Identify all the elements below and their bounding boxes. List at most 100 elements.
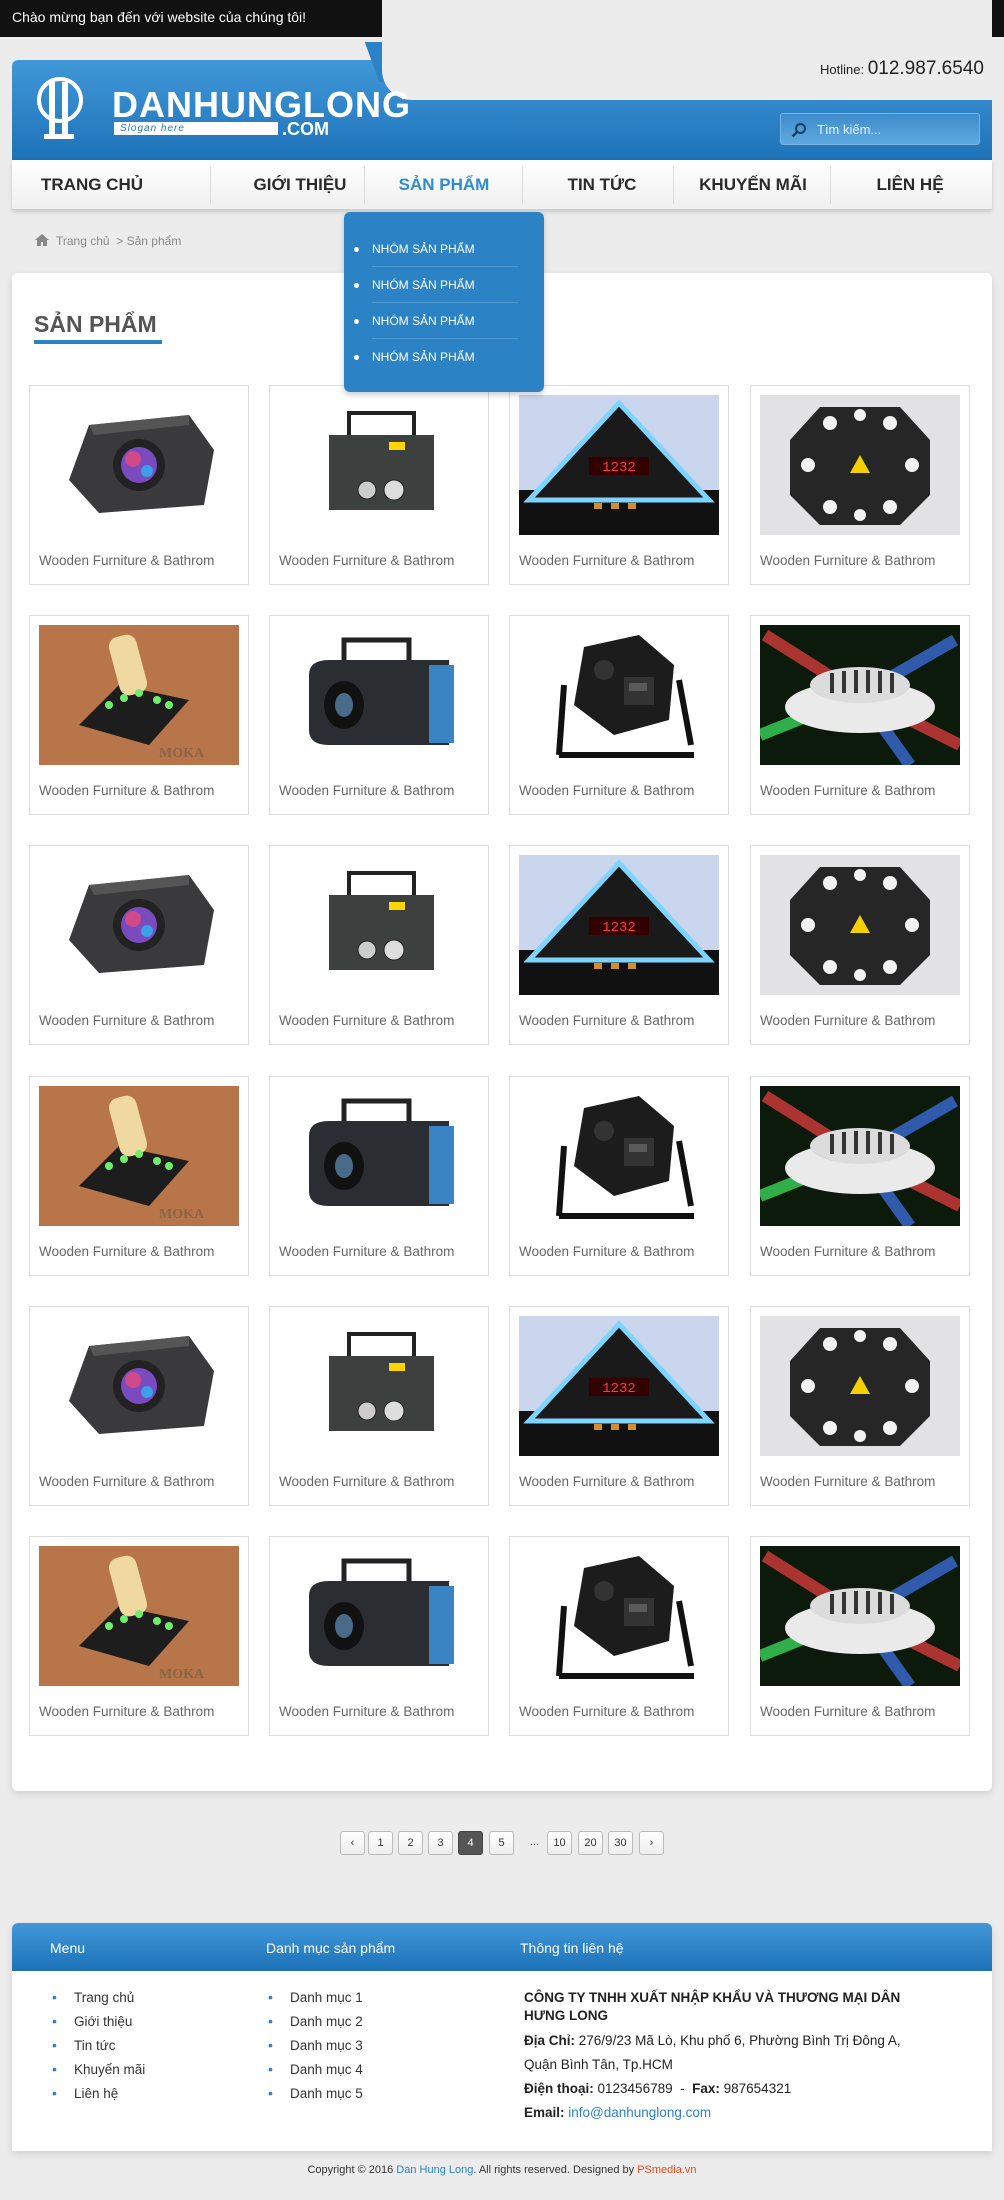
product-name[interactable]: Wooden Furniture & Bathrom	[279, 553, 454, 568]
product-card[interactable]: Wooden Furniture & Bathrom	[269, 845, 489, 1045]
page-button[interactable]: 1	[368, 1831, 393, 1855]
footer-category-item[interactable]: Danh mục 1	[266, 1989, 363, 2014]
product-card[interactable]: 1232 Wooden Furniture & Bathrom	[509, 845, 729, 1045]
product-card[interactable]: 1232 Wooden Furniture & Bathrom	[509, 385, 729, 585]
product-card[interactable]: Wooden Furniture & Bathrom	[509, 615, 729, 815]
dropdown-item[interactable]: NHÓM SẢN PHẨM	[354, 231, 518, 267]
page-button[interactable]: 2	[398, 1831, 423, 1855]
product-image[interactable]	[760, 625, 960, 765]
page-button[interactable]: 10	[547, 1831, 572, 1855]
product-card[interactable]: Wooden Furniture & Bathrom	[269, 1076, 489, 1276]
nav-item-news[interactable]: TIN TỨC	[522, 160, 682, 210]
product-image[interactable]	[279, 1546, 479, 1686]
product-name[interactable]: Wooden Furniture & Bathrom	[760, 553, 935, 568]
product-card[interactable]: Wooden Furniture & Bathrom	[750, 1536, 970, 1736]
dropdown-item[interactable]: NHÓM SẢN PHẨM	[354, 339, 518, 375]
nav-item-home[interactable]: TRANG CHỦ	[12, 160, 172, 210]
page-button[interactable]: 5	[489, 1831, 514, 1855]
product-image[interactable]: 1232	[519, 1316, 719, 1456]
product-name[interactable]: Wooden Furniture & Bathrom	[519, 1244, 694, 1259]
product-image[interactable]: MOKA	[39, 1546, 239, 1686]
product-name[interactable]: Wooden Furniture & Bathrom	[519, 783, 694, 798]
product-card[interactable]: Wooden Furniture & Bathrom	[29, 385, 249, 585]
nav-item-contact[interactable]: LIÊN HỆ	[830, 160, 990, 210]
designer-link[interactable]: PSmedia.vn	[637, 2164, 696, 2176]
product-card[interactable]: MOKA Wooden Furniture & Bathrom	[29, 1076, 249, 1276]
logo-name[interactable]: DANHUNGLONG	[112, 84, 411, 126]
logo-icon[interactable]	[36, 76, 84, 140]
product-card[interactable]: Wooden Furniture & Bathrom	[750, 1076, 970, 1276]
product-card[interactable]: 1232 Wooden Furniture & Bathrom	[509, 1306, 729, 1506]
product-image[interactable]	[760, 395, 960, 535]
product-image[interactable]: MOKA	[39, 1086, 239, 1226]
copyright-brand-link[interactable]: Dan Hung Long	[396, 2164, 473, 2176]
nav-item-promotions[interactable]: KHUYẾN MÃI	[673, 160, 833, 210]
dropdown-item[interactable]: NHÓM SẢN PHẨM	[354, 303, 518, 339]
product-name[interactable]: Wooden Furniture & Bathrom	[39, 1704, 214, 1719]
page-button[interactable]: 20	[578, 1831, 603, 1855]
product-name[interactable]: Wooden Furniture & Bathrom	[279, 1704, 454, 1719]
product-name[interactable]: Wooden Furniture & Bathrom	[39, 783, 214, 798]
product-name[interactable]: Wooden Furniture & Bathrom	[760, 783, 935, 798]
product-image[interactable]	[519, 1546, 719, 1686]
footer-menu-item[interactable]: Liên hệ	[50, 2085, 145, 2110]
page-button[interactable]: 30	[608, 1831, 633, 1855]
product-image[interactable]	[279, 625, 479, 765]
product-name[interactable]: Wooden Furniture & Bathrom	[519, 553, 694, 568]
footer-menu-item[interactable]: Tin tức	[50, 2037, 145, 2062]
product-image[interactable]	[760, 1316, 960, 1456]
nav-item-products[interactable]: SẢN PHẨM	[364, 160, 524, 210]
product-card[interactable]: Wooden Furniture & Bathrom	[509, 1076, 729, 1276]
product-name[interactable]: Wooden Furniture & Bathrom	[39, 1474, 214, 1489]
product-name[interactable]: Wooden Furniture & Bathrom	[39, 1244, 214, 1259]
product-name[interactable]: Wooden Furniture & Bathrom	[279, 783, 454, 798]
product-image[interactable]	[519, 1086, 719, 1226]
product-card[interactable]: Wooden Furniture & Bathrom	[750, 615, 970, 815]
product-card[interactable]: Wooden Furniture & Bathrom	[269, 1306, 489, 1506]
product-image[interactable]	[39, 855, 239, 995]
product-image[interactable]	[279, 1316, 479, 1456]
product-name[interactable]: Wooden Furniture & Bathrom	[39, 1013, 214, 1028]
footer-category-item[interactable]: Danh mục 5	[266, 2085, 363, 2110]
product-name[interactable]: Wooden Furniture & Bathrom	[760, 1704, 935, 1719]
product-card[interactable]: Wooden Furniture & Bathrom	[29, 845, 249, 1045]
product-image[interactable]	[760, 1086, 960, 1226]
footer-category-item[interactable]: Danh mục 2	[266, 2013, 363, 2038]
product-image[interactable]	[39, 395, 239, 535]
product-name[interactable]: Wooden Furniture & Bathrom	[760, 1244, 935, 1259]
product-image[interactable]: 1232	[519, 855, 719, 995]
search-input[interactable]	[817, 119, 967, 139]
product-card[interactable]: MOKA Wooden Furniture & Bathrom	[29, 615, 249, 815]
product-card[interactable]: Wooden Furniture & Bathrom	[750, 1306, 970, 1506]
page-button[interactable]: 4	[458, 1831, 483, 1855]
product-image[interactable]	[519, 625, 719, 765]
product-card[interactable]: Wooden Furniture & Bathrom	[750, 385, 970, 585]
product-card[interactable]: Wooden Furniture & Bathrom	[29, 1306, 249, 1506]
product-image[interactable]	[760, 855, 960, 995]
product-name[interactable]: Wooden Furniture & Bathrom	[760, 1474, 935, 1489]
prev-page-button[interactable]: ‹	[340, 1831, 365, 1855]
next-page-button[interactable]: ›	[639, 1831, 664, 1855]
product-name[interactable]: Wooden Furniture & Bathrom	[519, 1474, 694, 1489]
product-name[interactable]: Wooden Furniture & Bathrom	[279, 1013, 454, 1028]
product-card[interactable]: Wooden Furniture & Bathrom	[509, 1536, 729, 1736]
product-image[interactable]	[760, 1546, 960, 1686]
home-icon[interactable]	[34, 233, 50, 247]
product-name[interactable]: Wooden Furniture & Bathrom	[39, 553, 214, 568]
footer-menu-item[interactable]: Khuyến mãi	[50, 2061, 145, 2086]
product-image[interactable]	[279, 395, 479, 535]
product-image[interactable]: MOKA	[39, 625, 239, 765]
product-image[interactable]: 1232	[519, 395, 719, 535]
product-name[interactable]: Wooden Furniture & Bathrom	[279, 1474, 454, 1489]
footer-menu-item[interactable]: Giới thiệu	[50, 2013, 145, 2038]
product-image[interactable]	[39, 1316, 239, 1456]
product-card[interactable]: MOKA Wooden Furniture & Bathrom	[29, 1536, 249, 1736]
product-name[interactable]: Wooden Furniture & Bathrom	[279, 1244, 454, 1259]
search-box[interactable]	[780, 113, 980, 145]
product-card[interactable]: Wooden Furniture & Bathrom	[750, 845, 970, 1045]
company-email[interactable]: info@danhunglong.com	[568, 2105, 711, 2120]
breadcrumb-home[interactable]: Trang chủ	[56, 234, 110, 248]
dropdown-item[interactable]: NHÓM SẢN PHẨM	[354, 267, 518, 303]
product-image[interactable]	[279, 1086, 479, 1226]
product-name[interactable]: Wooden Furniture & Bathrom	[519, 1013, 694, 1028]
